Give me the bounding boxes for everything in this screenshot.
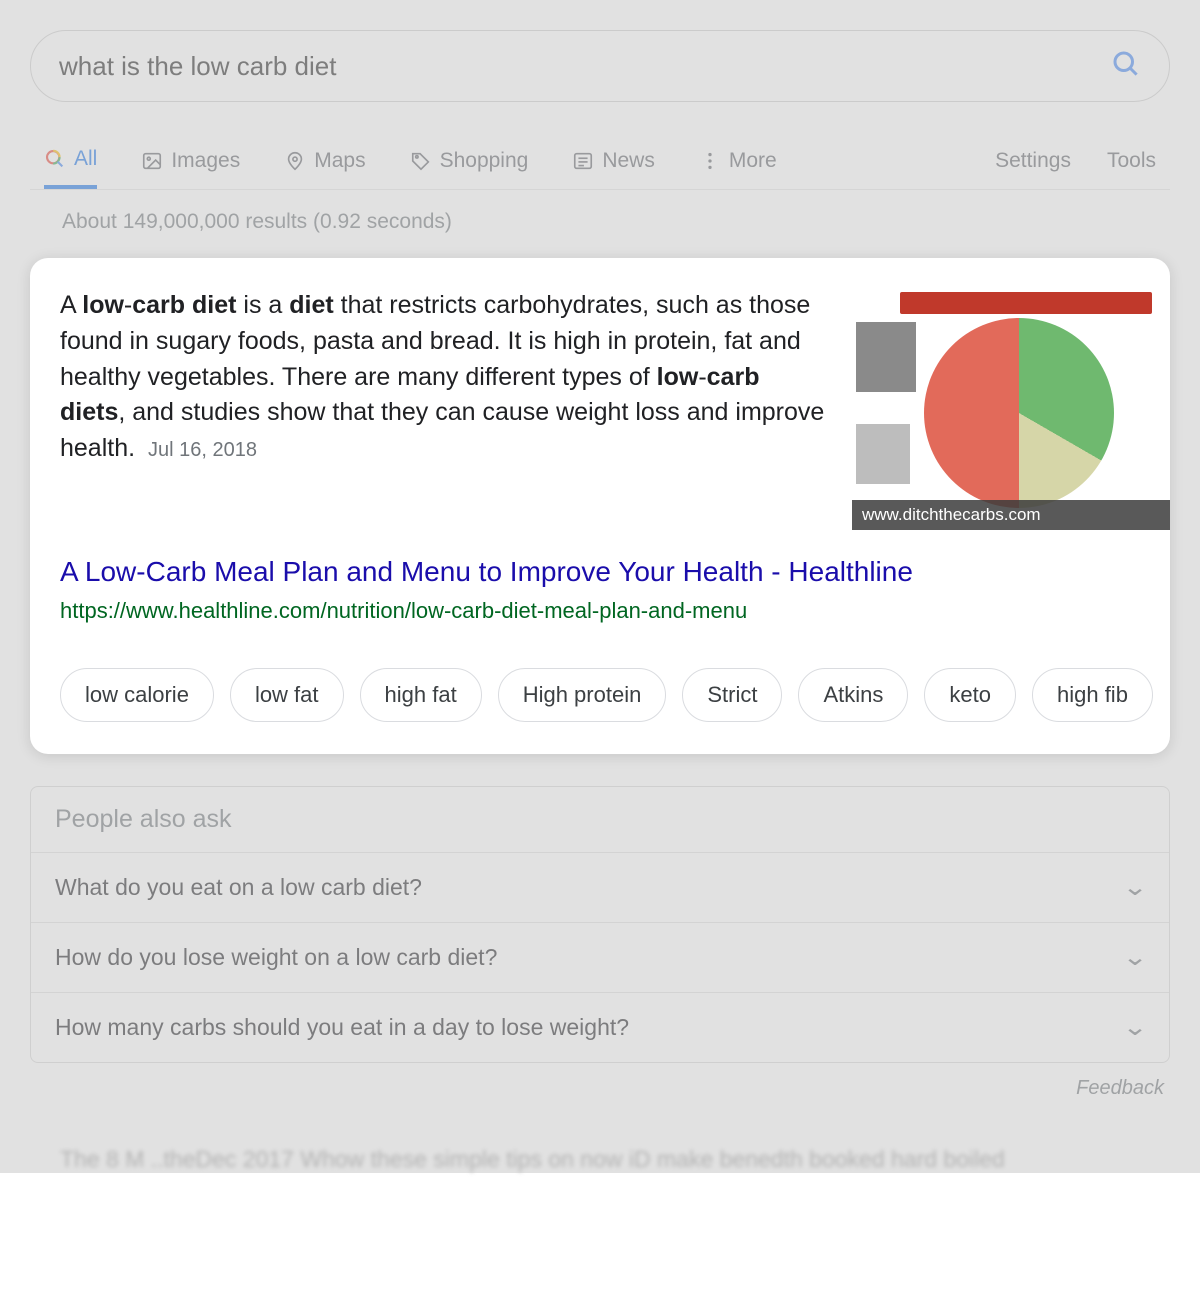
news-icon <box>572 150 594 172</box>
tab-maps[interactable]: Maps <box>284 132 365 189</box>
chip[interactable]: high fib <box>1032 668 1153 722</box>
bold: low <box>657 363 699 391</box>
paa-question-text: How many carbs should you eat in a day t… <box>55 1014 629 1041</box>
text: - <box>698 363 706 391</box>
tab-images[interactable]: Images <box>141 132 240 189</box>
chip[interactable]: high fat <box>360 668 482 722</box>
related-chips: low calorie low fat high fat High protei… <box>60 668 1170 722</box>
snippet-text: A low-carb diet is a diet that restricts… <box>60 288 830 530</box>
tab-shopping[interactable]: Shopping <box>410 132 529 189</box>
tab-label: Maps <box>314 149 365 173</box>
chevron-down-icon: ⌄ <box>1122 873 1148 902</box>
snippet-url: https://www.healthline.com/nutrition/low… <box>60 598 1170 624</box>
paa-question[interactable]: How many carbs should you eat in a day t… <box>31 993 1169 1062</box>
chevron-down-icon: ⌄ <box>1122 943 1148 972</box>
snippet-date: Jul 16, 2018 <box>148 439 257 461</box>
chip[interactable]: keto <box>924 668 1016 722</box>
paa-header: People also ask <box>31 787 1169 853</box>
chevron-down-icon: ⌄ <box>1122 1013 1148 1042</box>
blurred-result: The 8 M ..theDec 2017 Whow these simple … <box>30 1146 1170 1173</box>
tab-news[interactable]: News <box>572 132 655 189</box>
paa-question[interactable]: What do you eat on a low carb diet? ⌄ <box>31 853 1169 923</box>
tab-label: News <box>602 149 655 173</box>
search-icon[interactable] <box>1111 49 1141 84</box>
tools-link[interactable]: Tools <box>1107 149 1156 173</box>
tab-label: All <box>74 147 97 171</box>
result-stats: About 149,000,000 results (0.92 seconds) <box>62 210 1170 234</box>
chip[interactable]: Atkins <box>798 668 908 722</box>
search-bar[interactable] <box>30 30 1170 102</box>
paa-question-text: What do you eat on a low carb diet? <box>55 874 422 901</box>
tab-label: Images <box>171 149 240 173</box>
settings-link[interactable]: Settings <box>995 149 1071 173</box>
tab-label: Shopping <box>440 149 529 173</box>
tag-icon <box>410 150 432 172</box>
tab-more[interactable]: More <box>699 132 777 189</box>
paa-question[interactable]: How do you lose weight on a low carb die… <box>31 923 1169 993</box>
text: - <box>124 291 132 319</box>
feedback-link[interactable]: Feedback <box>30 1077 1164 1100</box>
map-pin-icon <box>284 150 306 172</box>
chip[interactable]: low calorie <box>60 668 214 722</box>
bold: diet <box>289 291 333 319</box>
search-input[interactable] <box>59 51 1111 82</box>
bold: carb diet <box>132 291 236 319</box>
image-icon <box>141 150 163 172</box>
more-dots-icon <box>699 150 721 172</box>
chip[interactable]: low fat <box>230 668 344 722</box>
bold: low <box>82 291 124 319</box>
snippet-thumbnail[interactable]: www.ditchthecarbs.com <box>852 288 1170 530</box>
tab-all[interactable]: All <box>44 132 97 189</box>
chip[interactable]: Strict <box>682 668 782 722</box>
tab-label: More <box>729 149 777 173</box>
image-credit: www.ditchthecarbs.com <box>852 500 1170 530</box>
people-also-ask: People also ask What do you eat on a low… <box>30 786 1170 1063</box>
text: is a <box>236 291 289 319</box>
text: A <box>60 291 82 319</box>
tabs-row: All Images Maps Shopping News More Setti… <box>30 132 1170 190</box>
paa-question-text: How do you lose weight on a low carb die… <box>55 944 497 971</box>
chip[interactable]: High protein <box>498 668 667 722</box>
search-multicolor-icon <box>44 148 66 170</box>
featured-snippet: A low-carb diet is a diet that restricts… <box>30 258 1170 754</box>
snippet-title-link[interactable]: A Low-Carb Meal Plan and Menu to Improve… <box>60 556 1170 588</box>
